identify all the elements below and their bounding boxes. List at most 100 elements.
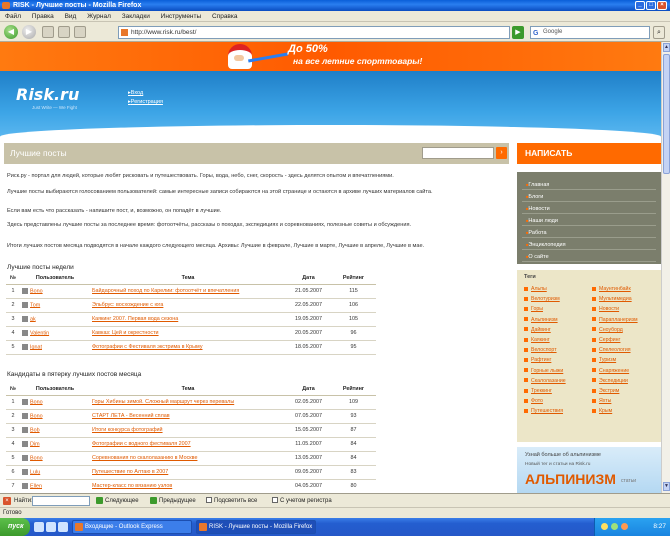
topic-link[interactable]: Каякинг 2007. Первая вода сезона bbox=[90, 312, 286, 327]
topic-link[interactable]: СТАРТ ЛЕТА - Весенний сплав bbox=[90, 409, 286, 424]
row-user[interactable]: Bob bbox=[20, 423, 90, 438]
tag-link[interactable]: Рафтинг bbox=[524, 357, 588, 363]
home-icon[interactable] bbox=[74, 26, 86, 38]
topic-link[interactable]: Горы Хибины зимой. Сложный маршрут через… bbox=[90, 395, 286, 410]
forward-icon[interactable]: ▶ bbox=[22, 25, 36, 39]
row-user[interactable]: Lulu bbox=[20, 465, 90, 480]
tag-link[interactable]: Дайвинг bbox=[524, 327, 588, 333]
site-search-input[interactable] bbox=[422, 147, 494, 159]
row-user[interactable]: Tom bbox=[20, 298, 90, 313]
tray-icon-1[interactable] bbox=[601, 523, 608, 530]
highlight-checkbox[interactable] bbox=[206, 497, 212, 504]
task-outlook[interactable]: Входящие - Outlook Express bbox=[72, 520, 192, 534]
user-link[interactable]: Tom bbox=[30, 302, 40, 308]
ad-banner[interactable]: До 50% на все летние спорттовары! bbox=[0, 42, 661, 71]
row-user[interactable]: Ignat bbox=[20, 340, 90, 355]
topic-link[interactable]: Фотографии с Фестиваля экстрима в Крыму bbox=[90, 340, 286, 355]
tag-link[interactable]: Парапланеризм bbox=[592, 317, 656, 323]
tag-link[interactable]: Серфинг bbox=[592, 337, 656, 343]
user-link[interactable]: Ignat bbox=[30, 344, 42, 350]
topic-link[interactable]: Мастер-класс по вязанию узлов bbox=[90, 479, 286, 493]
row-user[interactable]: Valentin bbox=[20, 326, 90, 341]
back-icon[interactable]: ◀ bbox=[4, 25, 18, 39]
minimize-button[interactable]: _ bbox=[635, 1, 645, 10]
row-user[interactable]: Dim bbox=[20, 437, 90, 452]
tag-link[interactable]: Путешествия bbox=[524, 408, 588, 414]
start-button[interactable]: пуск bbox=[0, 518, 30, 536]
promo-block[interactable]: Узнай больше об альпинизме Новый тег и с… bbox=[517, 447, 661, 493]
user-link[interactable]: ak bbox=[30, 316, 36, 322]
user-link[interactable]: Bono bbox=[30, 288, 43, 294]
topic-link[interactable]: Кавказ: Цей и окрестности bbox=[90, 326, 286, 341]
go-button[interactable]: ▶ bbox=[512, 26, 524, 39]
tag-link[interactable]: Треккинг bbox=[524, 388, 588, 394]
user-link[interactable]: Lulu bbox=[30, 469, 40, 475]
quicklaunch-ie-icon[interactable] bbox=[34, 522, 44, 532]
highlight-all-button[interactable]: Подсветить все bbox=[206, 494, 257, 508]
menu-view[interactable]: Вид bbox=[65, 13, 77, 20]
tray-icon-2[interactable] bbox=[611, 523, 618, 530]
row-user[interactable]: Bono bbox=[20, 451, 90, 466]
sidebar-item-blogs[interactable]: Блоги bbox=[522, 192, 656, 202]
tag-link[interactable]: Горные лыжи bbox=[524, 368, 588, 374]
tag-link[interactable]: Яхты bbox=[592, 398, 656, 404]
row-user[interactable]: ak bbox=[20, 312, 90, 327]
tag-link[interactable]: Альпинизм bbox=[524, 317, 588, 323]
tag-link[interactable]: Каякинг bbox=[524, 337, 588, 343]
user-link[interactable]: Ellen bbox=[30, 483, 42, 489]
user-link[interactable]: Valentin bbox=[30, 330, 49, 336]
scroll-down-icon[interactable]: ▼ bbox=[663, 482, 670, 491]
user-link[interactable]: Bono bbox=[30, 455, 43, 461]
tag-link[interactable]: Экспедиции bbox=[592, 378, 656, 384]
menu-bookmarks[interactable]: Закладки bbox=[122, 13, 150, 20]
tag-link[interactable]: Велотуризм bbox=[524, 296, 588, 302]
tag-link[interactable]: Фото bbox=[524, 398, 588, 404]
search-go-icon[interactable]: ⌕ bbox=[653, 26, 665, 39]
tag-link[interactable]: Снаряжение bbox=[592, 368, 656, 374]
topic-link[interactable]: Итоги конкурса фотографий bbox=[90, 423, 286, 438]
row-user[interactable]: Ellen bbox=[20, 479, 90, 493]
row-user[interactable]: Bono bbox=[20, 284, 90, 299]
tag-link[interactable]: Экстрим bbox=[592, 388, 656, 394]
sidebar-item-encyclopedia[interactable]: Энциклопедия bbox=[522, 240, 656, 250]
tag-link[interactable]: Новости bbox=[592, 306, 656, 312]
tray-icon-3[interactable] bbox=[621, 523, 628, 530]
site-logo[interactable]: Risk.ru bbox=[16, 85, 79, 104]
tag-link[interactable]: Велоспорт bbox=[524, 347, 588, 353]
row-user[interactable]: Bono bbox=[20, 409, 90, 424]
sidebar-item-jobs[interactable]: Работа bbox=[522, 228, 656, 238]
site-search-icon[interactable]: › bbox=[496, 147, 507, 159]
topic-link[interactable]: Фотографии с водного фестиваля 2007 bbox=[90, 437, 286, 452]
user-link[interactable]: Dim bbox=[30, 441, 40, 447]
tag-link[interactable]: Мультимедиа bbox=[592, 296, 656, 302]
maximize-button[interactable]: □ bbox=[646, 1, 656, 10]
sidebar-item-about[interactable]: О сайте bbox=[522, 252, 656, 262]
find-next-button[interactable]: Следующее bbox=[96, 494, 139, 508]
url-input[interactable]: http://www.risk.ru/best/ bbox=[118, 26, 510, 39]
tag-link[interactable]: Альпы bbox=[524, 286, 588, 292]
tag-link[interactable]: Горы bbox=[524, 306, 588, 312]
quicklaunch-outlook-icon[interactable] bbox=[58, 522, 68, 532]
topic-link[interactable]: Байдарочный поход по Карелии: фотоотчёт … bbox=[90, 284, 286, 299]
close-find-icon[interactable]: × bbox=[3, 497, 11, 505]
sidebar-item-people[interactable]: Наши люди bbox=[522, 216, 656, 226]
close-button[interactable]: × bbox=[657, 1, 667, 10]
sidebar-item-news[interactable]: Новости bbox=[522, 204, 656, 214]
stop-icon[interactable] bbox=[58, 26, 70, 38]
user-link[interactable]: Bono bbox=[30, 399, 43, 405]
match-case-checkbox[interactable]: С учетом регистра bbox=[272, 494, 332, 508]
topic-link[interactable]: Эльбрус: восхождение с юга bbox=[90, 298, 286, 313]
menu-tools[interactable]: Инструменты bbox=[161, 13, 202, 20]
find-prev-button[interactable]: Предыдущее bbox=[150, 494, 196, 508]
scroll-up-icon[interactable]: ▲ bbox=[663, 43, 670, 52]
register-link[interactable]: Регистрация bbox=[128, 99, 163, 105]
matchcase-checkbox[interactable] bbox=[272, 497, 278, 504]
sidebar-item-home[interactable]: Главная bbox=[522, 180, 656, 190]
task-firefox[interactable]: RISK - Лучшие посты - Mozilla Firefox bbox=[196, 520, 316, 534]
user-link[interactable]: Bob bbox=[30, 427, 40, 433]
menu-edit[interactable]: Правка bbox=[32, 13, 54, 20]
menu-help[interactable]: Справка bbox=[212, 13, 238, 20]
search-input[interactable]: G Google bbox=[530, 26, 650, 39]
scroll-thumb[interactable] bbox=[663, 54, 670, 174]
tag-link[interactable]: Спелеология bbox=[592, 347, 656, 353]
